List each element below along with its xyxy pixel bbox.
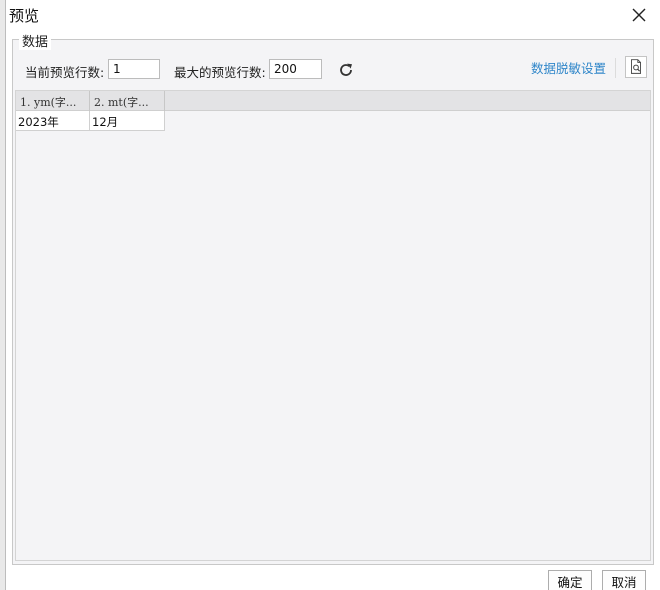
group-legend: 数据 [19, 31, 52, 50]
max-rows-label: 最大的预览行数: [174, 65, 266, 80]
preview-data-grid: 1. ym(字... 2. mt(字... 2023年 12月 [15, 90, 651, 561]
desensitize-settings-link[interactable]: 数据脱敏设置 [531, 58, 606, 77]
refresh-icon [340, 63, 352, 76]
column-header-ym[interactable]: 1. ym(字... [16, 91, 90, 111]
data-groupbox: 数据 当前预览行数: 最大的预览行数: 数据脱敏设置 [12, 31, 654, 565]
preview-document-button[interactable] [625, 56, 647, 78]
column-header-mt[interactable]: 2. mt(字... [90, 91, 165, 111]
table-cell[interactable]: 12月 [90, 111, 165, 131]
max-rows-input[interactable] [269, 59, 322, 79]
table-cell[interactable]: 2023年 [16, 111, 90, 131]
ok-button[interactable]: 确定 [548, 570, 592, 590]
document-search-icon [631, 59, 641, 74]
current-rows-input[interactable] [108, 59, 160, 79]
close-button[interactable] [628, 4, 650, 26]
toolbar-separator [615, 58, 616, 78]
cancel-button[interactable]: 取消 [602, 570, 646, 590]
preview-dialog: 预览 数据 当前预览行数: 最大的预览行数: 数据脱敏设置 [6, 0, 660, 590]
dialog-titlebar: 预览 [6, 0, 660, 30]
current-rows-label: 当前预览行数: [25, 65, 105, 80]
dialog-title: 预览 [9, 7, 40, 25]
grid-header: 1. ym(字... 2. mt(字... [16, 91, 650, 111]
refresh-button[interactable] [337, 61, 355, 79]
close-icon [632, 8, 646, 22]
preview-toolbar: 当前预览行数: 最大的预览行数: 数据脱敏设置 [13, 56, 653, 82]
